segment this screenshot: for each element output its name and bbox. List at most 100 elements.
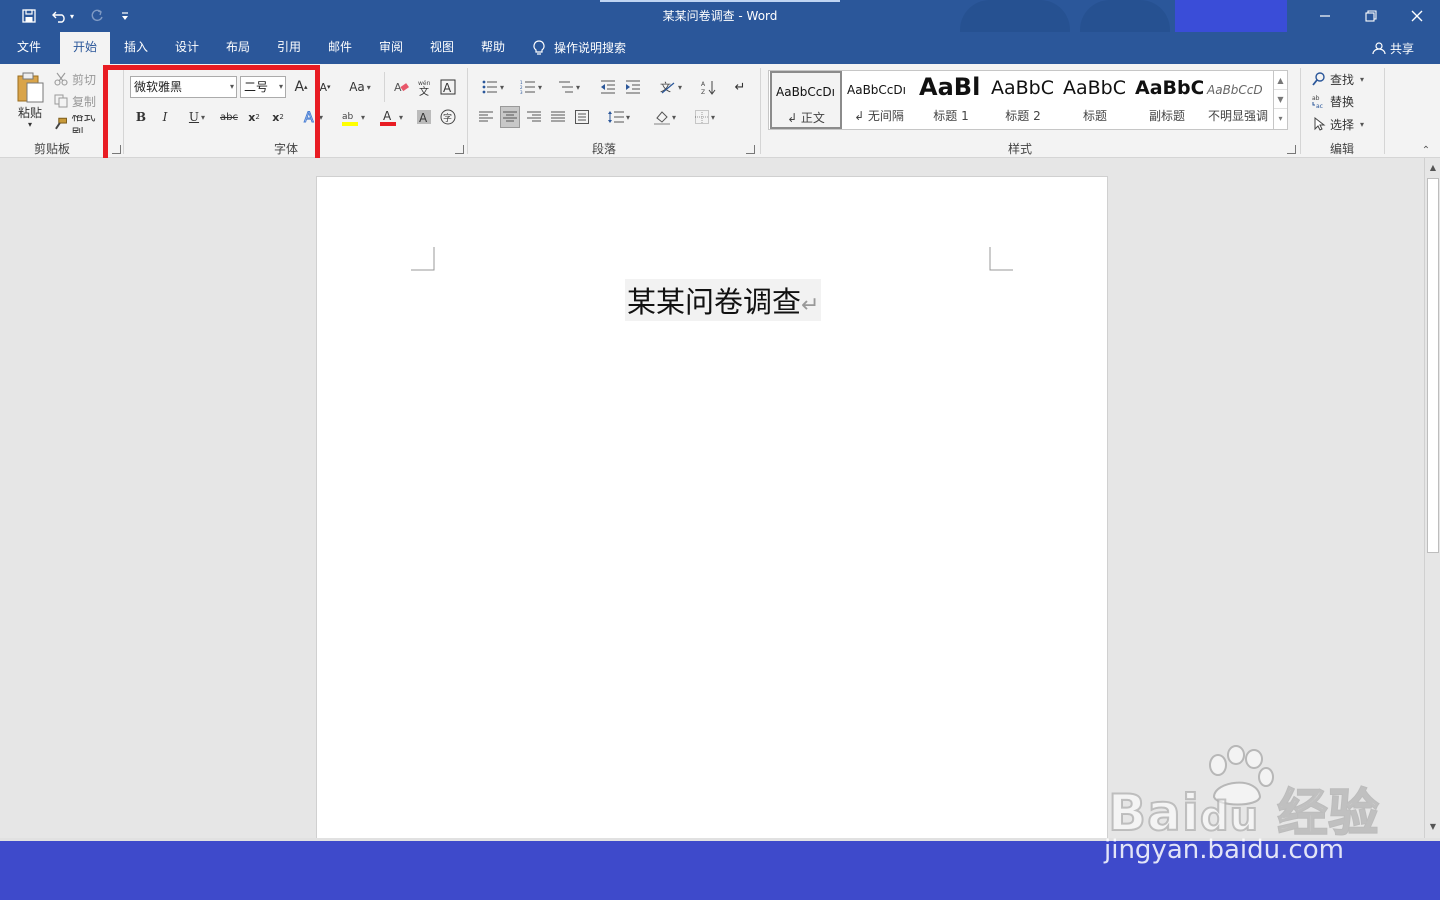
tab-help[interactable]: 帮助 [471,32,515,64]
cut-button[interactable]: 剪切 [54,70,104,88]
style-name: 标题 [1082,109,1107,123]
gallery-down-icon[interactable]: ▼ [1274,90,1287,109]
align-right-icon[interactable] [524,106,544,128]
copy-button[interactable]: 复制 [54,92,104,110]
vertical-scrollbar[interactable]: ▲ ▼ [1424,158,1440,838]
tab-references[interactable]: 引用 [267,32,311,64]
style-name: ↲ 正文 [787,111,825,125]
style-heading-2[interactable]: AaBbC 标题 2 [987,71,1059,129]
replace-button[interactable]: ab ac 替换 [1312,92,1372,110]
svg-text:3: 3 [520,90,523,94]
style-subtle-emphasis[interactable]: AaBbCcD 不明显强调 [1203,71,1273,129]
tab-view[interactable]: 视图 [420,32,464,64]
style-preview: AaBl [919,73,981,101]
style-title[interactable]: AaBbC 标题 [1059,71,1131,129]
shading-icon[interactable]: ▾ [648,106,682,128]
sort-icon[interactable]: AZ [698,76,720,98]
select-button[interactable]: 选择 ▾ [1312,115,1372,133]
borders-icon[interactable]: ▾ [688,106,722,128]
scissors-icon [54,72,68,86]
font-launcher-icon[interactable] [455,145,464,154]
font-color-icon[interactable]: A ▾ [374,106,408,128]
save-icon[interactable] [18,6,40,26]
styles-launcher-icon[interactable] [1287,145,1296,154]
cut-label: 剪切 [72,72,97,87]
replace-label: 替换 [1330,94,1355,109]
minimize-button[interactable] [1302,0,1348,32]
align-left-icon[interactable] [476,106,496,128]
collapse-ribbon-icon[interactable]: ⌃ [1418,144,1434,156]
style-name: ↲ 无间隔 [854,109,904,123]
tell-me-search[interactable]: 操作说明搜索 [532,32,626,64]
paragraph-mark-icon: ↵ [801,293,820,318]
scroll-down-icon[interactable]: ▼ [1426,820,1440,834]
style-preview: AaBbC [991,77,1055,99]
scroll-thumb[interactable] [1427,178,1439,553]
group-separator [1384,68,1385,154]
enclose-characters-icon[interactable]: 字 [438,106,458,128]
document-page[interactable]: 某某问卷调查↵ [316,176,1108,838]
multilevel-list-icon[interactable]: ▾ [552,76,586,98]
editing-group-label: 编辑 [1330,142,1355,156]
paragraph-launcher-icon[interactable] [746,145,755,154]
tab-file[interactable]: 文件 [6,32,52,64]
change-case-icon[interactable]: Aa ▾ [344,76,376,98]
ribbon-tabs: 文件 开始 插入 设计 布局 引用 邮件 审阅 视图 帮助 操作说明搜索 共享 [0,32,1440,64]
clipboard-group-label: 剪贴板 [34,142,71,156]
paste-icon[interactable] [12,70,48,104]
share-button[interactable]: 共享 [1372,32,1414,64]
copy-icon [54,94,68,108]
paste-label[interactable]: 粘贴 [10,104,50,120]
tab-mailings[interactable]: 邮件 [318,32,362,64]
clear-formatting-icon[interactable]: A [390,76,412,98]
numbering-icon[interactable]: 1 2 3 ▾ [514,76,548,98]
style-preview: AaBbCcDı [847,83,906,97]
phonetic-guide-icon[interactable]: wén 文 [414,76,436,98]
tab-home[interactable]: 开始 [60,32,110,64]
style-name: 不明显强调 [1207,109,1268,123]
customize-quick-access-icon[interactable] [116,6,134,26]
styles-gallery: AaBbCcDı ↲ 正文 AaBbCcDı ↲ 无间隔 AaBl 标题 1 A… [768,70,1288,130]
increase-indent-icon[interactable] [622,76,644,98]
style-no-spacing[interactable]: AaBbCcDı ↲ 无间隔 [843,71,915,129]
watermark: Baidu 经验 jingyan.baidu.com [1100,745,1380,875]
document-title-value: 某某问卷调查 [627,285,802,319]
svg-text:A: A [701,81,706,88]
tab-layout[interactable]: 布局 [216,32,260,64]
svg-text:ac: ac [1316,103,1323,108]
tab-insert[interactable]: 插入 [114,32,158,64]
character-shading-icon[interactable]: A [414,106,434,128]
justify-icon[interactable] [548,106,568,128]
background-block [1175,0,1287,34]
character-border-icon[interactable]: A [438,76,458,98]
bullets-icon[interactable]: ▾ [476,76,510,98]
decrease-indent-icon[interactable] [597,76,619,98]
highlight-color-icon[interactable]: ab ▾ [336,106,370,128]
scroll-up-icon[interactable]: ▲ [1426,161,1440,175]
distributed-icon[interactable] [572,106,592,128]
tab-design[interactable]: 设计 [165,32,209,64]
copy-label: 复制 [72,94,97,109]
redo-icon[interactable] [86,6,108,26]
style-heading-1[interactable]: AaBl 标题 1 [915,71,987,129]
show-formatting-marks-icon[interactable]: ↵ [730,76,750,98]
document-title-text[interactable]: 某某问卷调查↵ [625,279,822,321]
chinese-layout-icon[interactable]: 文 ▾ [654,76,688,98]
close-button[interactable] [1394,0,1440,32]
search-icon [1312,72,1325,86]
style-normal[interactable]: AaBbCcDı ↲ 正文 [770,71,842,129]
style-subtitle[interactable]: AaBbC 副标题 [1131,71,1203,129]
line-spacing-icon[interactable]: ▾ [602,106,636,128]
restore-button[interactable] [1348,0,1394,32]
style-name: 副标题 [1148,109,1185,123]
tab-review[interactable]: 审阅 [369,32,413,64]
gallery-more-icon[interactable]: ▾ [1274,109,1287,128]
gallery-up-icon[interactable]: ▲ [1274,71,1287,90]
title-bar: ▾ 某某问卷调查 - Word [0,0,1440,64]
undo-icon[interactable]: ▾ [48,6,78,26]
svg-text:wén: wén [418,80,431,87]
paste-dropdown-icon[interactable]: ▾ [22,119,38,129]
format-painter-button[interactable]: 格式刷 [54,115,106,133]
align-center-icon[interactable] [500,106,520,128]
find-button[interactable]: 查找 ▾ [1312,70,1372,88]
